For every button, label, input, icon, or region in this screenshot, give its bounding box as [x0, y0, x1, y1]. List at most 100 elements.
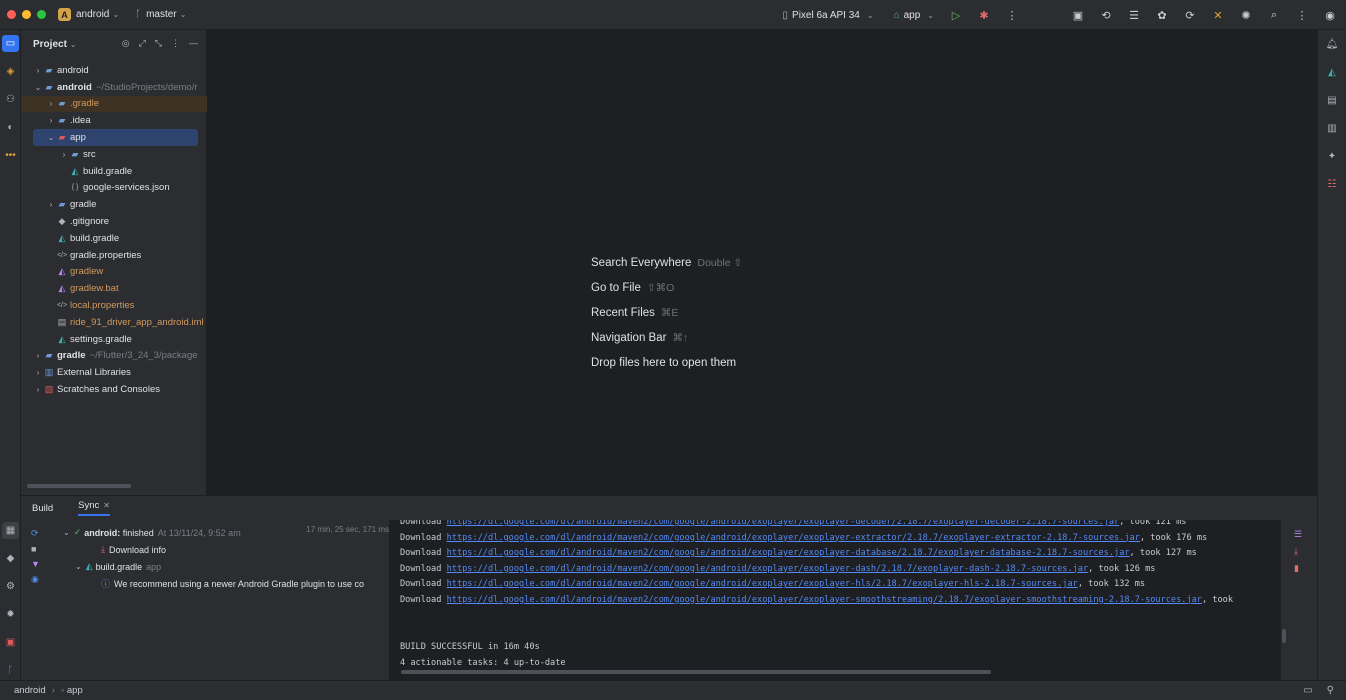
- app-quality-icon[interactable]: ⚙: [2, 578, 19, 595]
- tree-item[interactable]: ◭ build.gradle: [21, 230, 207, 247]
- build-root-row[interactable]: ⌄ ✓ android: finished At 13/11/24, 9:52 …: [63, 524, 241, 541]
- tree-item[interactable]: </> gradle.properties: [21, 247, 207, 264]
- memory-indicator-icon[interactable]: ⚲: [1327, 685, 1334, 696]
- locate-icon[interactable]: ◎: [122, 38, 130, 49]
- tree-item[interactable]: ⌄ ▰ android ~/StudioProjects/demo/r: [21, 79, 207, 96]
- pin-icon[interactable]: ▼: [31, 559, 40, 569]
- tool-window-icon[interactable]: ▭: [1303, 685, 1312, 696]
- download-info-row[interactable]: ⤓ Download info: [101, 541, 166, 558]
- tree-item[interactable]: ◭ settings.gradle: [21, 331, 207, 348]
- more-actions-icon[interactable]: ⋮: [1004, 7, 1020, 23]
- close-window-button[interactable]: [7, 10, 16, 19]
- stop-icon[interactable]: ■: [31, 544, 40, 554]
- tree-item[interactable]: ⌄ ▰ app: [33, 129, 198, 146]
- chevron-down-icon[interactable]: ⌄: [33, 83, 43, 92]
- build-tools-icon[interactable]: ✕: [1210, 7, 1226, 23]
- chevron-right-icon[interactable]: ›: [33, 351, 43, 360]
- console-vertical-scrollbar[interactable]: [1282, 629, 1286, 643]
- build-tool-icon[interactable]: ▦: [2, 522, 19, 539]
- tree-item[interactable]: › ▰ gradle: [21, 196, 207, 213]
- more-icon[interactable]: ⋮: [1294, 7, 1310, 23]
- more-tools-icon[interactable]: •••: [2, 147, 19, 164]
- project-scrollbar[interactable]: [27, 484, 131, 488]
- running-devices-icon[interactable]: ▥: [1324, 120, 1340, 136]
- project-tool-icon[interactable]: ▭: [2, 35, 19, 52]
- debug-icon[interactable]: ✱: [976, 7, 992, 23]
- clear-all-icon[interactable]: ▮: [1294, 563, 1302, 574]
- layout-inspector-icon[interactable]: ⟲: [1098, 7, 1114, 23]
- sync-gradle-icon[interactable]: ⟳: [1182, 7, 1198, 23]
- project-panel-title[interactable]: Project ⌄: [33, 39, 76, 50]
- chevron-right-icon[interactable]: ›: [46, 200, 56, 209]
- console-download-link[interactable]: https://dl.google.com/dl/android/maven2/…: [447, 595, 1202, 605]
- console-scrollbar[interactable]: [401, 670, 991, 674]
- console-download-link[interactable]: https://dl.google.com/dl/android/maven2/…: [447, 533, 1140, 543]
- gradle-sync-icon[interactable]: ◆: [2, 550, 19, 567]
- chevron-down-icon[interactable]: ⌄: [46, 133, 56, 142]
- console-download-link[interactable]: https://dl.google.com/dl/android/maven2/…: [447, 579, 1078, 589]
- close-icon[interactable]: ✕: [103, 501, 110, 510]
- tree-item[interactable]: › ▰ .gradle: [21, 95, 207, 113]
- app-inspection-icon[interactable]: ✿: [1154, 7, 1170, 23]
- chevron-right-icon[interactable]: ›: [46, 116, 56, 125]
- tree-item[interactable]: ◭ build.gradle: [21, 163, 207, 180]
- soft-wrap-icon[interactable]: ☰: [1294, 529, 1302, 540]
- run-config-selector[interactable]: ⌂ app ⌄: [894, 10, 934, 21]
- tree-item[interactable]: ◭ gradlew.bat: [21, 280, 207, 297]
- search-icon[interactable]: ⌕: [1266, 7, 1282, 23]
- chevron-right-icon[interactable]: ›: [33, 385, 43, 394]
- tree-item[interactable]: </> local.properties: [21, 297, 207, 314]
- console-download-link[interactable]: https://dl.google.com/dl/android/maven2/…: [447, 564, 1089, 574]
- logcat-bottom-icon[interactable]: ✹: [2, 606, 19, 623]
- breadcrumb-module[interactable]: ▫ app: [61, 685, 83, 696]
- account-icon[interactable]: ◉: [1322, 7, 1338, 23]
- tree-item[interactable]: ◆ .gitignore: [21, 213, 207, 230]
- chevron-right-icon[interactable]: ›: [59, 150, 69, 159]
- project-selector[interactable]: android: [76, 9, 109, 20]
- hide-icon[interactable]: —: [189, 38, 198, 49]
- console-download-link[interactable]: https://dl.google.com/dl/android/maven2/…: [447, 520, 1120, 527]
- tree-item[interactable]: › ▰ android: [21, 62, 207, 79]
- collapse-all-icon[interactable]: ⤡: [155, 38, 162, 49]
- chevron-right-icon[interactable]: ›: [33, 368, 43, 377]
- profiler-icon[interactable]: ☰: [1126, 7, 1142, 23]
- breadcrumb-root[interactable]: android: [14, 685, 46, 696]
- expand-all-icon[interactable]: ⤢: [139, 38, 146, 49]
- build-gradle-row[interactable]: ⌄ ◭ build.gradle app: [75, 558, 161, 575]
- minimize-window-button[interactable]: [22, 10, 31, 19]
- github-icon[interactable]: ◐: [2, 119, 19, 136]
- eye-icon[interactable]: ◉: [31, 574, 40, 585]
- tree-item[interactable]: ▤ ride_91_driver_app_android.iml: [21, 314, 207, 331]
- notifications-icon[interactable]: 🔔︎: [1324, 36, 1340, 52]
- tree-item[interactable]: › ▰ .idea: [21, 112, 207, 129]
- rerun-icon[interactable]: ⟳: [31, 528, 40, 539]
- gradle-tool-icon[interactable]: ◭: [1324, 64, 1340, 80]
- tree-item[interactable]: { } google-services.json: [21, 180, 207, 197]
- sdk-manager-icon[interactable]: ✺: [1238, 7, 1254, 23]
- scroll-to-end-icon[interactable]: ⤓: [1294, 546, 1302, 557]
- gemini-icon[interactable]: ✦: [1324, 148, 1340, 164]
- tab-build[interactable]: Build: [32, 503, 53, 514]
- chevron-right-icon[interactable]: ›: [46, 99, 56, 108]
- tree-item[interactable]: ◭ gradlew: [21, 264, 207, 281]
- recommendation-row[interactable]: ⓘ We recommend using a newer Android Gra…: [101, 575, 364, 592]
- tab-sync[interactable]: Sync ✕: [78, 500, 110, 516]
- tree-item[interactable]: › ▰ src: [21, 146, 207, 163]
- tree-item[interactable]: › ▧ Scratches and Consoles: [21, 381, 207, 398]
- chevron-right-icon[interactable]: ›: [33, 66, 43, 75]
- logcat-icon[interactable]: ☷: [1324, 176, 1340, 192]
- commit-tool-icon[interactable]: ◈: [2, 63, 19, 80]
- version-control-icon[interactable]: ᚴ: [2, 662, 19, 679]
- device-selector[interactable]: ▯ Pixel 6a API 34 ⌄: [783, 10, 874, 21]
- run-icon[interactable]: ▷: [948, 7, 964, 23]
- options-icon[interactable]: ⋮: [171, 38, 180, 49]
- branch-selector[interactable]: master: [146, 9, 177, 20]
- resource-manager-icon[interactable]: ⚇: [2, 91, 19, 108]
- console-download-link[interactable]: https://dl.google.com/dl/android/maven2/…: [447, 548, 1130, 558]
- maximize-window-button[interactable]: [37, 10, 46, 19]
- device-manager-icon[interactable]: ▣: [1070, 7, 1086, 23]
- tree-item[interactable]: › ▰ gradle ~/Flutter/3_24_3/package: [21, 348, 207, 365]
- terminal-icon[interactable]: ▣: [2, 634, 19, 651]
- tree-item[interactable]: › ▥ External Libraries: [21, 364, 207, 381]
- device-mirroring-icon[interactable]: ▤: [1324, 92, 1340, 108]
